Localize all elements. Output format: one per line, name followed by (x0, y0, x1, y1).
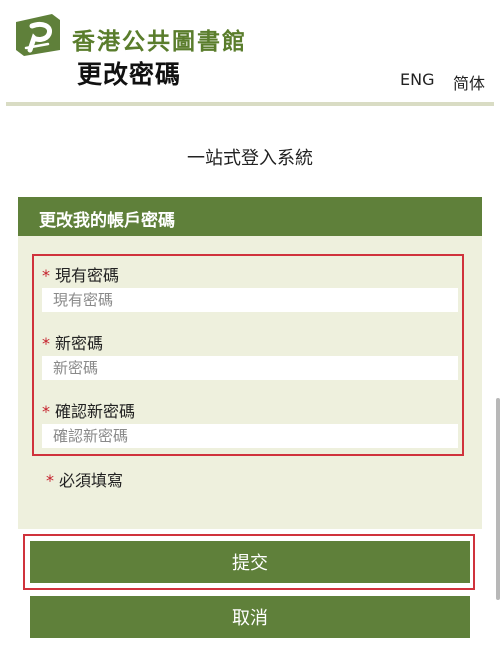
org-name: 香港公共圖書館 (72, 29, 247, 55)
required-star: * (42, 402, 50, 421)
lang-simplified-chinese-link[interactable]: 简体 (453, 70, 485, 94)
current-password-input[interactable] (42, 288, 458, 312)
header-divider (6, 102, 494, 106)
confirm-password-input[interactable] (42, 424, 458, 448)
required-note: * 必須填寫 (46, 471, 124, 490)
confirm-password-label: * 確認新密碼 (42, 402, 136, 421)
required-star: * (42, 266, 50, 285)
header: 香港公共圖書館 更改密碼 ENG 简体 (0, 0, 500, 100)
hkpl-logo-icon (16, 14, 60, 56)
new-password-label: * 新密碼 (42, 334, 104, 353)
new-password-input[interactable] (42, 356, 458, 380)
system-subtitle: 一站式登入系統 (187, 148, 313, 169)
required-star: * (46, 471, 54, 490)
scrollbar[interactable] (496, 398, 500, 600)
submit-button[interactable]: 提交 (30, 541, 470, 583)
panel-title: 更改我的帳戶密碼 (39, 211, 175, 231)
lang-english-link[interactable]: ENG (400, 70, 434, 89)
required-star: * (42, 334, 50, 353)
current-password-label: * 現有密碼 (42, 266, 120, 285)
panel-header: 更改我的帳戶密碼 (18, 197, 482, 236)
page-title: 更改密碼 (77, 60, 182, 89)
cancel-button[interactable]: 取消 (30, 596, 470, 638)
